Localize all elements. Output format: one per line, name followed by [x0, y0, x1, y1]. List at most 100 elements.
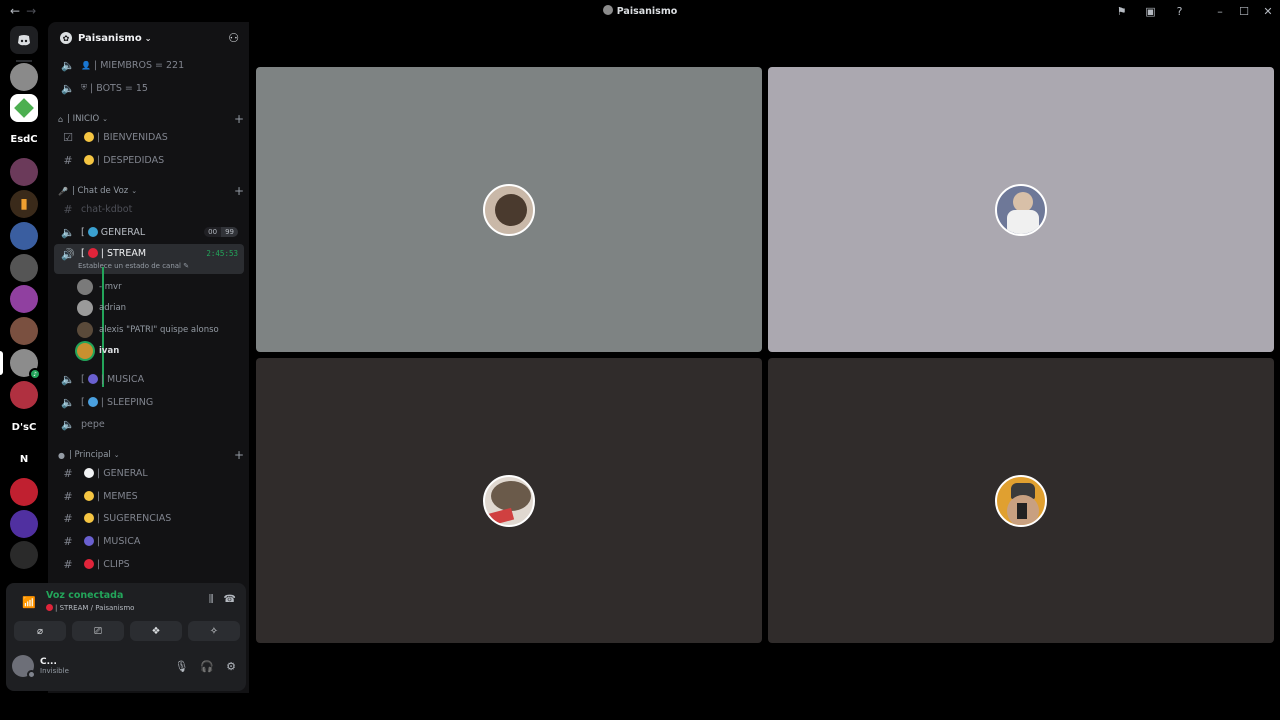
channel-memes[interactable]: # | MEMES — [54, 486, 244, 506]
voice-user-name: alexis "PATRI" quispe alonso — [99, 325, 219, 335]
add-channel-icon[interactable]: + — [234, 184, 244, 198]
avatar — [77, 343, 93, 359]
add-channel-icon[interactable]: + — [234, 448, 244, 462]
voice-user[interactable]: - mvr — [77, 277, 242, 297]
server-icon-2[interactable] — [10, 94, 38, 122]
server-icon-5[interactable]: ▮ — [10, 190, 38, 218]
flag-icon[interactable]: ⚑ — [1107, 5, 1136, 18]
speaker-icon: 🔈 — [61, 225, 75, 239]
add-channel-icon[interactable]: + — [234, 112, 244, 126]
minimize-icon[interactable]: – — [1208, 5, 1232, 18]
noise-suppression-icon[interactable]: ⫼ — [209, 594, 214, 605]
microphone-icon[interactable]: 🎙 — [174, 660, 188, 673]
voice-controls: ⌀ ⎚ ❖ ✧ — [14, 621, 240, 641]
avatar — [483, 183, 535, 236]
user-panel: 📶 Voz conectada | STREAM / Paisanismo ⫼ … — [6, 583, 246, 691]
activities-button[interactable]: ❖ — [130, 621, 182, 641]
camera-off-icon: ⌀ — [36, 625, 44, 637]
channel-name: chat-kdbot — [81, 203, 133, 215]
pencil-icon: ✎ — [183, 262, 190, 270]
server-icon-paisanismo[interactable]: ♪ — [10, 349, 41, 380]
voice-user-name: - mvr — [99, 282, 122, 292]
category-inicio[interactable]: ⌂ | INICIO ⌄ + — [58, 112, 244, 126]
server-header[interactable]: ✿ Paisanismo ⌄ ⚇ — [48, 22, 249, 54]
activities-icon: ❖ — [151, 625, 161, 637]
server-icon-1[interactable] — [10, 63, 38, 91]
server-icon-16[interactable] — [10, 541, 38, 569]
category-chat-de-voz[interactable]: 🎤 | Chat de Voz ⌄ + — [58, 184, 244, 198]
channel-musica-voice[interactable]: 🔈 [ | MUSICA — [54, 369, 244, 389]
camera-off-button[interactable]: ⌀ — [14, 621, 66, 641]
maximize-icon[interactable]: ☐ — [1232, 5, 1256, 18]
soundboard-icon: ✧ — [209, 625, 219, 637]
voice-user[interactable]: alexis "PATRI" quispe alonso — [77, 320, 242, 340]
invite-people-icon[interactable]: ⚇ — [228, 31, 239, 45]
server-icon-9[interactable] — [10, 317, 38, 345]
active-server-pill — [0, 351, 3, 375]
call-timer: 2:45:53 — [206, 249, 238, 258]
participant-tile[interactable] — [768, 358, 1274, 643]
server-icon-14[interactable] — [10, 478, 38, 506]
close-icon[interactable]: ✕ — [1256, 5, 1280, 18]
server-icon-n[interactable]: N — [10, 445, 38, 473]
headphones-icon[interactable]: 🎧 — [200, 660, 214, 673]
voice-user[interactable]: adrian — [77, 298, 242, 318]
server-icon-8[interactable] — [10, 285, 38, 313]
account-bar: C... Invisible 🎙 🎧 ⚙ — [12, 655, 240, 679]
category-principal[interactable]: ● | Principal ⌄ + — [58, 448, 244, 462]
history-nav: ← → — [10, 4, 36, 18]
channel-despedidas[interactable]: # | DESPEDIDAS — [54, 150, 244, 170]
participant-tile[interactable] — [256, 67, 762, 352]
channel-musica-text[interactable]: # | MUSICA — [54, 531, 244, 551]
server-icon-15[interactable] — [10, 510, 38, 538]
channel-general-voice[interactable]: 🔈 [ GENERAL 00 99 — [54, 222, 244, 242]
channel-status-prompt[interactable]: Establece un estado de canal ✎ — [78, 262, 189, 270]
voice-status[interactable]: Voz conectada — [46, 590, 123, 601]
settings-icon[interactable]: ⚙ — [226, 660, 236, 673]
soundboard-button[interactable]: ✧ — [188, 621, 240, 641]
voice-user-name: ivan — [99, 346, 120, 356]
channel-sugerencias[interactable]: # | SUGERENCIAS — [54, 508, 244, 528]
chevron-down-icon: ⌄ — [144, 33, 152, 43]
avatar — [77, 279, 93, 295]
channel-bots[interactable]: 🔈 ⛨ | BOTS = 15 — [54, 78, 244, 98]
channel-miembros[interactable]: 🔈 👤 | MIEMBROS = 221 — [54, 55, 244, 75]
channel-chat-kdbot[interactable]: # chat-kdbot — [54, 199, 244, 219]
channel-bienvenidas[interactable]: ☑ | BIENVENIDAS — [54, 127, 244, 147]
hashtag-icon: # — [63, 153, 73, 167]
server-icon-dsc[interactable]: D'sC — [10, 413, 38, 441]
speaker-locked-icon: 🔈 — [61, 58, 75, 72]
participant-tile[interactable] — [768, 67, 1274, 352]
inbox-icon[interactable]: ▣ — [1136, 5, 1165, 18]
server-icon-esdc[interactable]: EsdC — [10, 125, 38, 153]
window-title: Paisanismo — [0, 5, 1280, 17]
chevron-down-icon: ⌄ — [113, 451, 120, 459]
hashtag-icon: # — [63, 511, 73, 525]
channel-name: GENERAL — [100, 226, 146, 238]
channel-stream[interactable]: 🔊 [ | STREAM 2:45:53 Establece un estado… — [54, 244, 244, 274]
channel-name: | BOTS = 15 — [90, 82, 148, 94]
channel-clips[interactable]: # | CLIPS — [54, 554, 244, 574]
avatar[interactable] — [12, 655, 36, 679]
hashtag-icon: # — [63, 557, 73, 571]
disconnect-icon[interactable]: ☎ — [224, 594, 236, 605]
voice-location[interactable]: | STREAM / Paisanismo — [46, 604, 134, 612]
server-icon-6[interactable] — [10, 222, 38, 250]
voice-user[interactable]: ivan — [77, 341, 242, 361]
help-icon[interactable]: ? — [1165, 5, 1194, 18]
channel-sleeping[interactable]: 🔈 [ | SLEEPING — [54, 392, 244, 412]
account-name-block[interactable]: C... Invisible — [40, 657, 69, 675]
participant-tile[interactable] — [256, 358, 762, 643]
forward-icon[interactable]: → — [26, 4, 36, 18]
signal-icon: 📶 — [22, 596, 36, 609]
screen-share-button[interactable]: ⎚ — [72, 621, 124, 641]
channel-general-text[interactable]: # | GENERAL — [54, 463, 244, 483]
server-icon-11[interactable] — [10, 381, 38, 409]
channel-name: | SUGERENCIAS — [97, 512, 172, 524]
discord-home-icon[interactable] — [10, 26, 38, 54]
channel-pepe[interactable]: 🔈 pepe — [54, 414, 244, 434]
channel-name: | DESPEDIDAS — [97, 154, 165, 166]
server-icon-4[interactable] — [10, 158, 38, 186]
back-icon[interactable]: ← — [10, 4, 20, 18]
server-icon-7[interactable] — [10, 254, 38, 282]
